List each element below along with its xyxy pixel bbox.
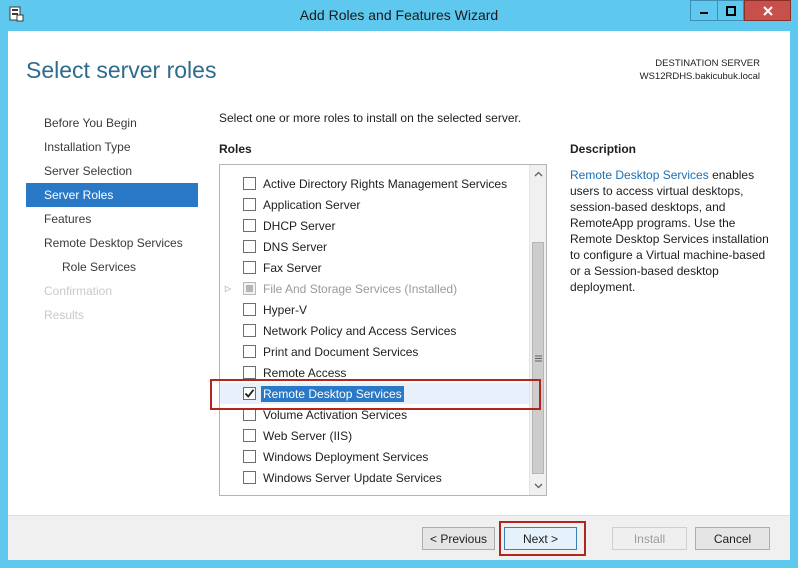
role-checkbox[interactable] xyxy=(243,471,256,484)
maximize-icon xyxy=(725,5,736,16)
role-label: File And Storage Services (Installed) xyxy=(263,281,458,296)
role-checkbox[interactable] xyxy=(243,303,256,316)
role-label: Web Server (IIS) xyxy=(263,428,353,443)
wizard-window: Add Roles and Features Wizard Select ser… xyxy=(0,0,798,568)
role-label: DHCP Server xyxy=(263,218,336,233)
role-checkbox xyxy=(243,282,256,295)
destination-server-info: DESTINATION SERVER WS12RDHS.bakicubuk.lo… xyxy=(640,57,760,83)
instruction-text: Select one or more roles to install on t… xyxy=(219,111,522,125)
role-row[interactable]: Application Server xyxy=(220,194,530,215)
expand-arrow-icon[interactable]: ▷ xyxy=(223,278,233,299)
nav-item-role-services[interactable]: Role Services xyxy=(26,255,198,279)
description-link[interactable]: Remote Desktop Services xyxy=(570,168,709,182)
maximize-button[interactable] xyxy=(717,0,744,21)
scroll-up-button[interactable] xyxy=(531,166,546,182)
role-label: Print and Document Services xyxy=(263,344,419,359)
nav-item-installation-type[interactable]: Installation Type xyxy=(26,135,198,159)
destination-server-name: WS12RDHS.bakicubuk.local xyxy=(639,71,760,82)
role-row[interactable]: Windows Deployment Services xyxy=(220,446,530,467)
roles-scrollbar[interactable] xyxy=(529,165,546,495)
role-row[interactable]: DNS Server xyxy=(220,236,530,257)
role-checkbox[interactable] xyxy=(243,240,256,253)
role-checkbox[interactable] xyxy=(243,198,256,211)
grip-icon xyxy=(534,355,542,361)
role-row[interactable]: Active Directory Rights Management Servi… xyxy=(220,173,530,194)
role-label: Windows Deployment Services xyxy=(263,449,429,464)
nav-item-features[interactable]: Features xyxy=(26,207,198,231)
role-row[interactable]: DHCP Server xyxy=(220,215,530,236)
role-label: Fax Server xyxy=(263,260,322,275)
cancel-button[interactable]: Cancel xyxy=(695,527,770,550)
page-title: Select server roles xyxy=(26,57,217,83)
role-row[interactable]: Print and Document Services xyxy=(220,341,530,362)
role-checkbox[interactable] xyxy=(243,177,256,190)
nav-item-server-selection[interactable]: Server Selection xyxy=(26,159,198,183)
role-row[interactable]: Hyper-V xyxy=(220,299,530,320)
role-checkbox[interactable] xyxy=(243,366,256,379)
destination-label: DESTINATION SERVER xyxy=(655,58,760,69)
description-heading: Description xyxy=(570,142,637,156)
wizard-nav: Before You Begin Installation Type Serve… xyxy=(26,111,198,327)
roles-list: Active Directory Rights Management Servi… xyxy=(219,164,547,496)
role-row[interactable]: Fax Server xyxy=(220,257,530,278)
role-row[interactable]: Windows Server Update Services xyxy=(220,467,530,488)
button-bar: < Previous Next > Install Cancel xyxy=(8,515,790,560)
role-checkbox[interactable] xyxy=(243,324,256,337)
minimize-icon xyxy=(700,11,708,14)
scroll-down-button[interactable] xyxy=(531,478,546,494)
nav-item-before-you-begin[interactable]: Before You Begin xyxy=(26,111,198,135)
roles-heading: Roles xyxy=(219,142,252,156)
description-text: Remote Desktop Services enables users to… xyxy=(570,167,775,295)
nav-item-remote-desktop-services[interactable]: Remote Desktop Services xyxy=(26,231,198,255)
wizard-content: Select server roles DESTINATION SERVER W… xyxy=(8,31,790,560)
nav-item-server-roles[interactable]: Server Roles xyxy=(26,183,198,207)
chevron-down-icon xyxy=(534,483,543,489)
role-label: Windows Server Update Services xyxy=(263,470,442,485)
window-title: Add Roles and Features Wizard xyxy=(299,7,499,23)
role-checkbox[interactable] xyxy=(243,219,256,232)
role-label: Application Server xyxy=(263,197,361,212)
role-checkbox[interactable] xyxy=(243,345,256,358)
role-row[interactable]: Web Server (IIS) xyxy=(220,425,530,446)
role-label: Remote Access xyxy=(263,365,347,380)
chevron-up-icon xyxy=(534,171,543,177)
description-body: enables users to access virtual desktops… xyxy=(570,168,769,294)
nav-item-confirmation: Confirmation xyxy=(44,284,113,298)
previous-button[interactable]: < Previous xyxy=(422,527,495,550)
annotation-highlight-next xyxy=(499,521,586,556)
annotation-highlight-role xyxy=(210,379,541,410)
title-bar[interactable]: Add Roles and Features Wizard xyxy=(0,0,798,31)
close-icon xyxy=(762,5,773,16)
role-checkbox[interactable] xyxy=(243,261,256,274)
minimize-button[interactable] xyxy=(690,0,717,21)
install-button: Install xyxy=(612,527,687,550)
scroll-thumb[interactable] xyxy=(532,242,544,474)
role-row[interactable]: Network Policy and Access Services xyxy=(220,320,530,341)
close-button[interactable] xyxy=(744,0,791,21)
role-label: DNS Server xyxy=(263,239,328,254)
role-label: Hyper-V xyxy=(263,302,308,317)
role-checkbox[interactable] xyxy=(243,429,256,442)
role-row[interactable]: ▷ File And Storage Services (Installed) xyxy=(220,278,530,299)
role-label: Active Directory Rights Management Servi… xyxy=(263,176,508,191)
role-label: Network Policy and Access Services xyxy=(263,323,457,338)
role-checkbox[interactable] xyxy=(243,450,256,463)
nav-item-results: Results xyxy=(44,308,85,322)
